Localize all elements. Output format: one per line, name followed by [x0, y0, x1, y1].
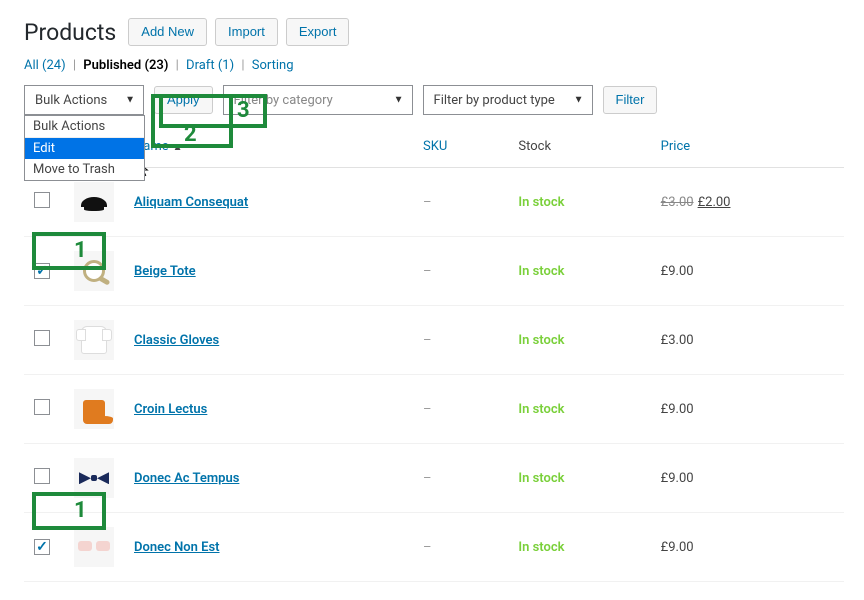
- price-value: £9.00: [661, 402, 694, 417]
- bulk-actions-dropdown: Bulk Actions Edit Move to Trash: [24, 115, 145, 181]
- stock-column-header[interactable]: Stock: [508, 125, 650, 168]
- product-thumbnail[interactable]: [74, 320, 114, 360]
- chevron-down-icon: ▼: [574, 95, 584, 106]
- view-filters: All (24) | Published (23) | Draft (1) | …: [24, 58, 844, 73]
- stock-status: In stock: [518, 471, 564, 486]
- page-title: Products: [24, 19, 116, 46]
- row-checkbox[interactable]: [34, 399, 50, 415]
- sku-value: –: [423, 333, 432, 348]
- bulk-actions-value: Bulk Actions: [35, 93, 107, 108]
- bulk-option-edit[interactable]: Edit: [25, 138, 144, 159]
- add-new-button[interactable]: Add New: [128, 18, 207, 46]
- product-name-link[interactable]: Donec Non Est: [134, 540, 220, 555]
- product-name-link[interactable]: Croin Lectus: [134, 402, 207, 417]
- sku-value: –: [423, 195, 432, 210]
- table-row: Donec Ac Tempus – In stock £9.00: [24, 444, 844, 513]
- old-price: £3.00: [661, 195, 694, 210]
- stock-status: In stock: [518, 264, 564, 279]
- apply-button[interactable]: Apply: [154, 86, 213, 114]
- products-table: Name▲ SKU Stock Price Aliquam Consequat –…: [24, 125, 844, 582]
- bulk-option-trash[interactable]: Move to Trash: [25, 159, 144, 180]
- sku-value: –: [423, 264, 432, 279]
- sale-price: £2.00: [698, 195, 731, 210]
- price-column-header[interactable]: Price: [651, 125, 844, 168]
- product-name-link[interactable]: Classic Gloves: [134, 333, 219, 348]
- sort-ascending-icon: ▲: [173, 142, 183, 153]
- price-value: £9.00: [661, 471, 694, 486]
- sku-value: –: [423, 471, 432, 486]
- table-row: Donec Non Est – In stock £9.00: [24, 513, 844, 582]
- product-thumbnail[interactable]: [74, 458, 114, 498]
- separator: |: [241, 58, 244, 73]
- sku-value: –: [423, 540, 432, 555]
- table-row: Aliquam Consequat – In stock £3.00 £2.00: [24, 168, 844, 237]
- sku-value: –: [423, 402, 432, 417]
- table-row: Classic Gloves – In stock £3.00: [24, 306, 844, 375]
- row-checkbox[interactable]: [34, 192, 50, 208]
- import-button[interactable]: Import: [215, 18, 278, 46]
- name-column-header[interactable]: Name▲: [124, 125, 413, 168]
- product-type-value: Filter by product type: [434, 93, 555, 108]
- separator: |: [73, 58, 76, 73]
- stock-status: In stock: [518, 540, 564, 555]
- filter-bar: Bulk Actions ▼ Bulk Actions Edit Move to…: [24, 85, 844, 115]
- product-type-select[interactable]: Filter by product type ▼: [423, 85, 593, 115]
- bulk-actions-select[interactable]: Bulk Actions ▼ Bulk Actions Edit Move to…: [24, 85, 144, 115]
- table-row: Beige Tote – In stock £9.00: [24, 237, 844, 306]
- sku-column-header[interactable]: SKU: [413, 125, 508, 168]
- chevron-down-icon: ▼: [394, 95, 404, 106]
- separator: |: [176, 58, 179, 73]
- row-checkbox[interactable]: [34, 330, 50, 346]
- product-thumbnail[interactable]: [74, 527, 114, 567]
- view-sorting[interactable]: Sorting: [252, 58, 294, 73]
- product-thumbnail[interactable]: [74, 182, 114, 222]
- product-name-link[interactable]: Donec Ac Tempus: [134, 471, 239, 486]
- stock-status: In stock: [518, 333, 564, 348]
- product-name-link[interactable]: Aliquam Consequat: [134, 195, 248, 210]
- category-filter-select[interactable]: Filter by category ▼: [223, 85, 413, 115]
- row-checkbox[interactable]: [34, 539, 50, 555]
- stock-status: In stock: [518, 195, 564, 210]
- export-button[interactable]: Export: [286, 18, 350, 46]
- view-draft[interactable]: Draft (1): [186, 58, 234, 73]
- filter-button[interactable]: Filter: [603, 86, 658, 114]
- row-checkbox[interactable]: [34, 468, 50, 484]
- table-row: Croin Lectus – In stock £9.00: [24, 375, 844, 444]
- page-header: Products Add New Import Export: [24, 18, 844, 46]
- price-value: £3.00: [661, 333, 694, 348]
- product-thumbnail[interactable]: [74, 251, 114, 291]
- chevron-down-icon: ▼: [125, 95, 135, 106]
- view-all[interactable]: All (24): [24, 58, 66, 73]
- price-value: £9.00: [661, 264, 694, 279]
- category-filter-placeholder: Filter by category: [234, 93, 333, 108]
- row-checkbox[interactable]: [34, 263, 50, 279]
- price-value: £9.00: [661, 540, 694, 555]
- product-thumbnail[interactable]: [74, 389, 114, 429]
- stock-status: In stock: [518, 402, 564, 417]
- product-name-link[interactable]: Beige Tote: [134, 264, 196, 279]
- bulk-option-bulk-actions[interactable]: Bulk Actions: [25, 116, 144, 138]
- view-published[interactable]: Published (23): [83, 58, 168, 73]
